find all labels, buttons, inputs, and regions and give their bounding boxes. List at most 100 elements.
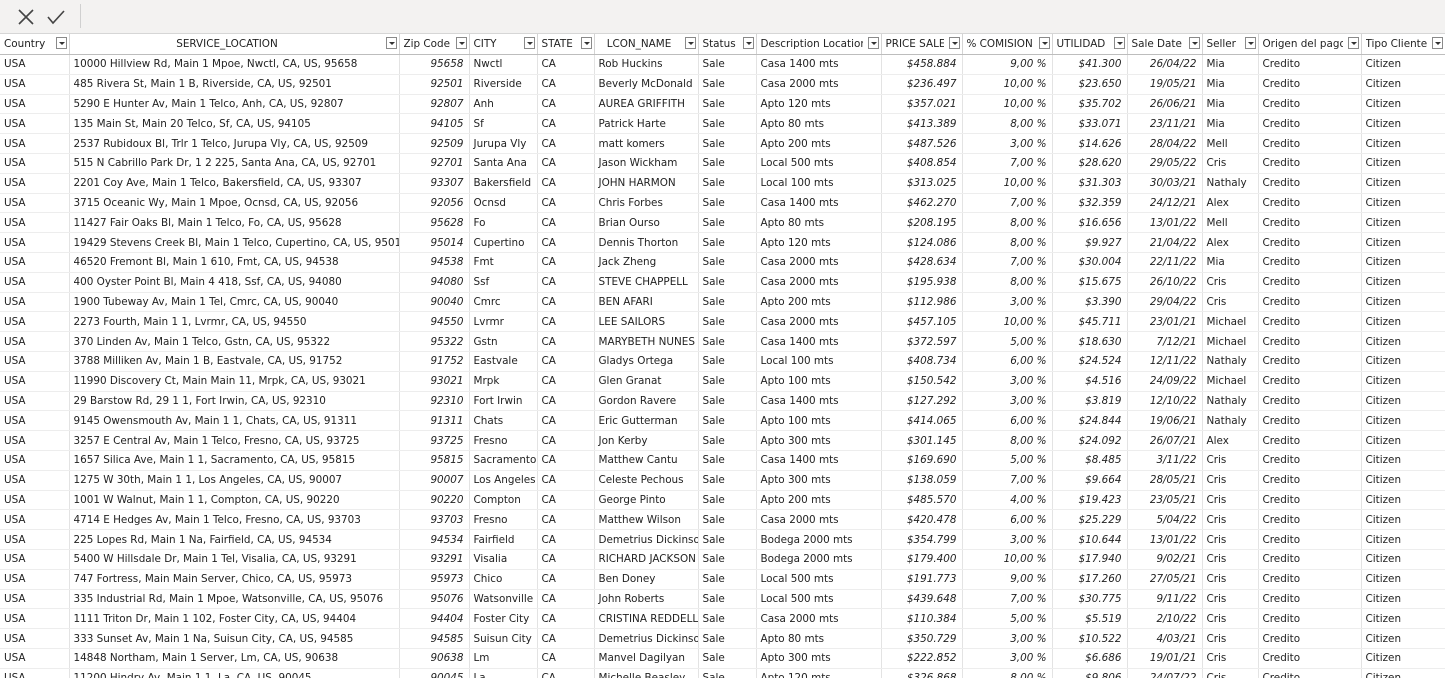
cell-service-location[interactable]: 46520 Fremont Bl, Main 1 610, Fmt, CA, U… [69,252,400,273]
cell-origen[interactable]: Credito [1258,509,1362,531]
cell-service-location[interactable]: 485 Rivera St, Main 1 B, Riverside, CA, … [69,74,400,95]
cell-price[interactable]: $439.648 [881,589,963,610]
cell-tipo[interactable]: Citizen [1361,430,1445,451]
cell-price[interactable]: $138.059 [881,470,963,491]
cell-tipo[interactable]: Citizen [1361,608,1445,630]
cell-zip[interactable]: 93703 [399,509,470,531]
cell-sale-date[interactable]: 19/01/21 [1127,648,1203,669]
column-header-sale-date[interactable]: Sale Date [1127,34,1203,55]
cell-city[interactable]: Fresno [469,430,538,451]
cell-utilidad[interactable]: $32.359 [1052,193,1128,214]
cell-state[interactable]: CA [537,509,595,531]
cell-status[interactable]: Sale [698,232,757,253]
cell-service-location[interactable]: 29 Barstow Rd, 29 1 1, Fort Irwin, CA, U… [69,391,400,412]
cell-country[interactable]: USA [0,272,70,293]
cell-service-location[interactable]: 19429 Stevens Creek Bl, Main 1 Telco, Cu… [69,232,400,253]
cell-zip[interactable]: 95014 [399,232,470,253]
cell-tipo[interactable]: Citizen [1361,193,1445,214]
cell-origen[interactable]: Credito [1258,133,1362,154]
cell-sale-date[interactable]: 12/10/22 [1127,391,1203,412]
cell-origen[interactable]: Credito [1258,173,1362,194]
cell-desc[interactable]: Local 500 mts [756,153,882,174]
cell-price[interactable]: $127.292 [881,391,963,412]
cell-tipo[interactable]: Citizen [1361,331,1445,352]
cell-status[interactable]: Sale [698,74,757,95]
cell-origen[interactable]: Credito [1258,153,1362,174]
cell-desc[interactable]: Casa 1400 mts [756,193,882,214]
cell-utilidad[interactable]: $24.844 [1052,410,1128,432]
cell-service-location[interactable]: 11427 Fair Oaks Bl, Main 1 Telco, Fo, CA… [69,212,400,234]
cell-seller[interactable]: Cris [1202,549,1259,570]
cell-origen[interactable]: Credito [1258,94,1362,115]
cell-desc[interactable]: Casa 1400 mts [756,331,882,352]
cell-state[interactable]: CA [537,153,595,174]
cell-lcon-name[interactable]: STEVE CHAPPELL [594,272,699,293]
cell-desc[interactable]: Casa 1400 mts [756,450,882,471]
cell-zip[interactable]: 94404 [399,608,470,630]
cell-sale-date[interactable]: 28/04/22 [1127,133,1203,154]
column-header-origen[interactable]: Origen del pago [1258,34,1362,55]
cell-tipo[interactable]: Citizen [1361,252,1445,273]
cell-service-location[interactable]: 14848 Northam, Main 1 Server, Lm, CA, US… [69,648,400,669]
cell-zip[interactable]: 94585 [399,628,470,649]
cell-price[interactable]: $326.868 [881,668,963,678]
cell-utilidad[interactable]: $16.656 [1052,212,1128,234]
cell-city[interactable]: Mrpk [469,371,538,392]
cell-sale-date[interactable]: 30/03/21 [1127,173,1203,194]
cell-city[interactable]: Riverside [469,74,538,95]
cell-state[interactable]: CA [537,133,595,154]
cell-tipo[interactable]: Citizen [1361,490,1445,511]
cell-sale-date[interactable]: 22/11/22 [1127,252,1203,273]
column-header-country[interactable]: Country [0,34,70,55]
cell-origen[interactable]: Credito [1258,212,1362,234]
cell-state[interactable]: CA [537,569,595,590]
cell-price[interactable]: $191.773 [881,569,963,590]
cell-lcon-name[interactable]: RICHARD JACKSON [594,549,699,570]
cell-zip[interactable]: 95322 [399,331,470,352]
cell-country[interactable]: USA [0,232,70,253]
cell-origen[interactable]: Credito [1258,569,1362,590]
cell-city[interactable]: Eastvale [469,351,538,372]
cell-state[interactable]: CA [537,490,595,511]
cell-status[interactable]: Sale [698,470,757,491]
cell-country[interactable]: USA [0,94,70,115]
cell-utilidad[interactable]: $24.092 [1052,430,1128,451]
cell-city[interactable]: Foster City [469,608,538,630]
cell-utilidad[interactable]: $23.650 [1052,74,1128,95]
cell-service-location[interactable]: 3788 Milliken Av, Main 1 B, Eastvale, CA… [69,351,400,372]
cell-utilidad[interactable]: $31.303 [1052,173,1128,194]
cell-seller[interactable]: Nathaly [1202,391,1259,412]
cell-city[interactable]: Suisun City [469,628,538,649]
cell-lcon-name[interactable]: Gordon Ravere [594,391,699,412]
cell-lcon-name[interactable]: BEN AFARI [594,292,699,313]
cell-zip[interactable]: 94534 [399,529,470,550]
filter-dropdown-icon[interactable] [55,37,67,49]
cell-comision[interactable]: 8,00 % [962,668,1053,678]
cell-state[interactable]: CA [537,668,595,678]
cell-city[interactable]: Fairfield [469,529,538,550]
cell-state[interactable]: CA [537,608,595,630]
cell-lcon-name[interactable]: Chris Forbes [594,193,699,214]
cell-zip[interactable]: 91752 [399,351,470,372]
cell-status[interactable]: Sale [698,113,757,135]
cell-origen[interactable]: Credito [1258,648,1362,669]
cell-state[interactable]: CA [537,311,595,333]
cell-tipo[interactable]: Citizen [1361,54,1445,75]
cell-utilidad[interactable]: $30.775 [1052,589,1128,610]
cell-city[interactable]: Chico [469,569,538,590]
cell-seller[interactable]: Cris [1202,608,1259,630]
cell-tipo[interactable]: Citizen [1361,529,1445,550]
cell-seller[interactable]: Alex [1202,232,1259,253]
cell-city[interactable]: Chats [469,410,538,432]
cell-desc[interactable]: Apto 300 mts [756,430,882,451]
cell-country[interactable]: USA [0,668,70,678]
cell-price[interactable]: $313.025 [881,173,963,194]
cell-sale-date[interactable]: 29/05/22 [1127,153,1203,174]
cell-state[interactable]: CA [537,648,595,669]
cell-desc[interactable]: Casa 2000 mts [756,252,882,273]
cell-tipo[interactable]: Citizen [1361,470,1445,491]
cell-comision[interactable]: 5,00 % [962,450,1053,471]
cell-country[interactable]: USA [0,470,70,491]
cell-utilidad[interactable]: $33.071 [1052,113,1128,135]
cell-status[interactable]: Sale [698,252,757,273]
